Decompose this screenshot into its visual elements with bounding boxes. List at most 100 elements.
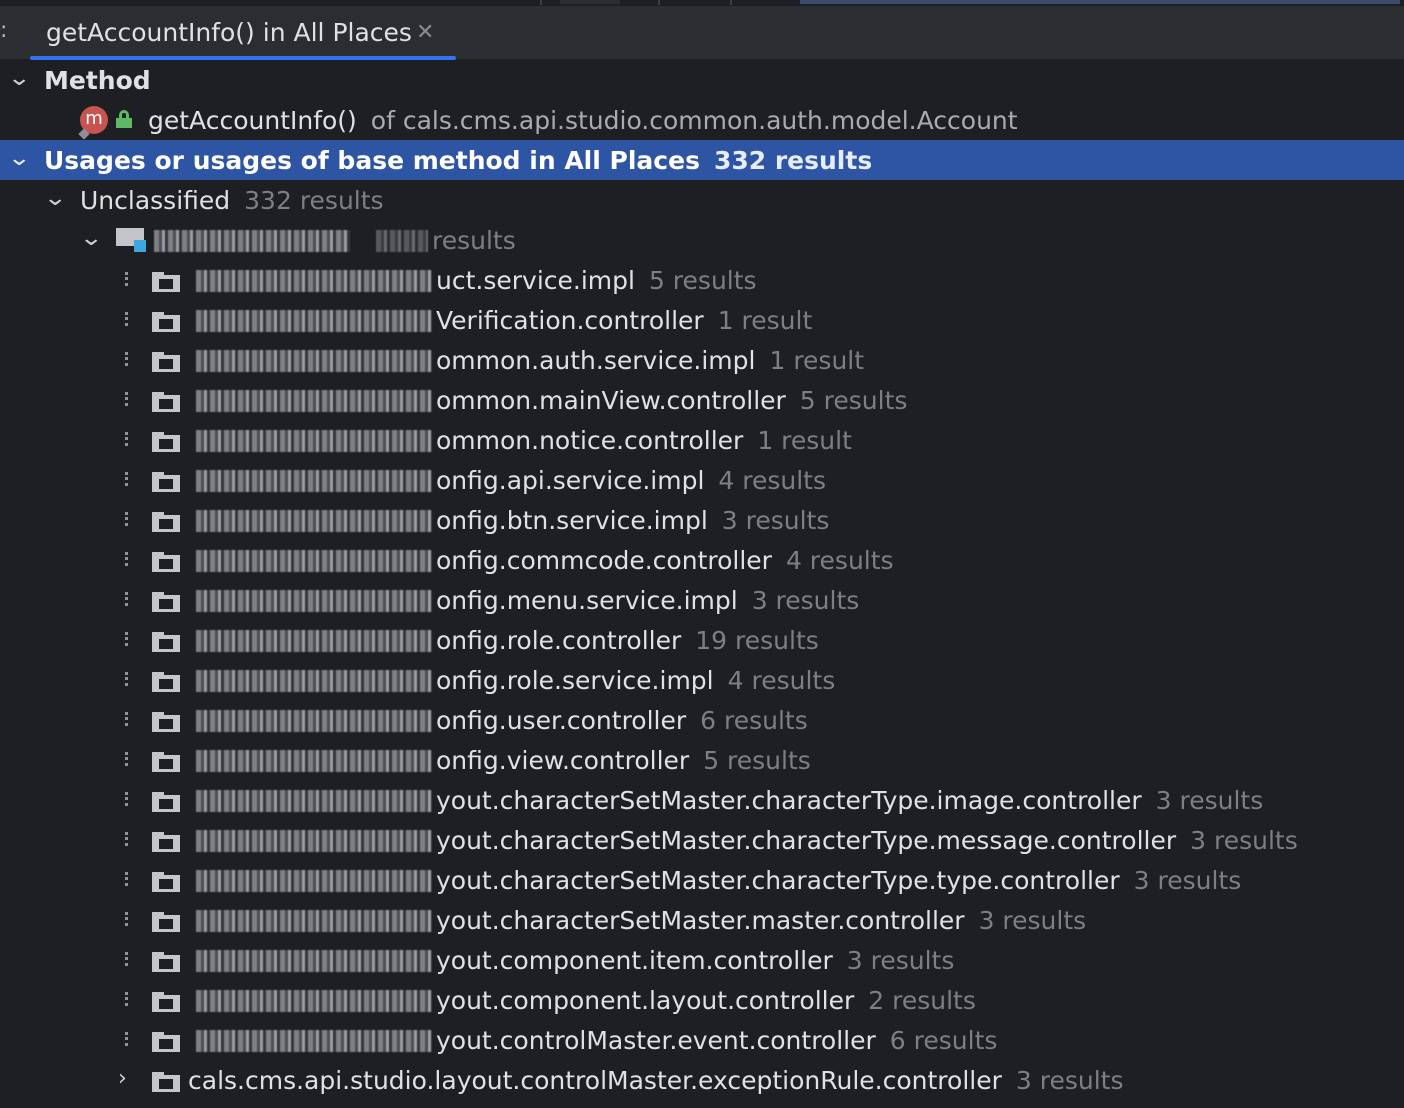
method-group-label: Method xyxy=(44,66,151,95)
tree-node-package[interactable]: ommon.auth.service.impl 1 result xyxy=(0,340,1404,380)
package-name: ommon.auth.service.impl xyxy=(436,346,756,375)
chevron-down-icon[interactable]: ⌄ xyxy=(7,66,31,91)
package-label: onfig.user.controller 6 results xyxy=(436,706,808,735)
package-count: 6 results xyxy=(889,1026,998,1055)
package-count: 3 results xyxy=(1015,1066,1124,1095)
chevron-down-icon[interactable]: ⌄ xyxy=(7,146,31,171)
redacted-chevron xyxy=(118,792,128,806)
package-name: yout.component.item.controller xyxy=(436,946,833,975)
method-name: getAccountInfo() xyxy=(148,106,357,135)
tree-node-package[interactable]: yout.characterSetMaster.characterType.me… xyxy=(0,820,1404,860)
folder-package-icon xyxy=(152,392,180,412)
redacted-chevron xyxy=(118,512,128,526)
usages-count: 332 results xyxy=(713,146,873,175)
redacted-module-count xyxy=(376,230,428,252)
tree-node-package[interactable]: ommon.notice.controller 1 result xyxy=(0,420,1404,460)
tree-node-package[interactable]: yout.characterSetMaster.characterType.im… xyxy=(0,780,1404,820)
package-count: 1 result xyxy=(769,346,865,375)
tree-node-package[interactable]: ommon.mainView.controller 5 results xyxy=(0,380,1404,420)
redacted-chevron xyxy=(118,392,128,406)
redacted-package-prefix xyxy=(196,910,432,932)
package-label: yout.characterSetMaster.characterType.im… xyxy=(436,786,1263,815)
redacted-chevron xyxy=(118,472,128,486)
method-owner: of cals.cms.api.studio.common.auth.model… xyxy=(370,106,1018,135)
package-count: 5 results xyxy=(799,386,908,415)
tree-node-package[interactable]: onfig.btn.service.impl 3 results xyxy=(0,500,1404,540)
package-count: 6 results xyxy=(700,706,808,735)
package-label: yout.component.item.controller 3 results xyxy=(436,946,954,975)
folder-package-icon xyxy=(152,992,180,1012)
redacted-chevron xyxy=(118,632,128,646)
package-label: onfig.menu.service.impl 3 results xyxy=(436,586,859,615)
package-name: yout.characterSetMaster.characterType.ty… xyxy=(436,866,1120,895)
package-name: uct.service.impl xyxy=(436,266,635,295)
redacted-package-prefix xyxy=(196,990,432,1012)
redacted-chevron xyxy=(118,952,128,966)
tree-node-package-last[interactable]: › cals.cms.api.studio.layout.controlMast… xyxy=(0,1060,1404,1100)
package-label: onfig.role.service.impl 4 results xyxy=(436,666,835,695)
chevron-down-icon[interactable]: ⌄ xyxy=(43,186,67,211)
redacted-chevron xyxy=(118,832,128,846)
redacted-package-prefix xyxy=(196,270,432,292)
package-count: 5 results xyxy=(703,746,811,775)
package-label: yout.characterSetMaster.characterType.ty… xyxy=(436,866,1241,895)
package-name: onfig.btn.service.impl xyxy=(436,506,708,535)
tree-node-package[interactable]: onfig.role.service.impl 4 results xyxy=(0,660,1404,700)
tree-node-package[interactable]: onfig.menu.service.impl 3 results xyxy=(0,580,1404,620)
folder-package-icon xyxy=(152,712,180,732)
chevron-down-icon[interactable]: ⌄ xyxy=(79,226,103,251)
redacted-chevron xyxy=(118,872,128,886)
folder-package-icon xyxy=(152,792,180,812)
tree-node-method-group[interactable]: ⌄ Method xyxy=(0,60,1404,100)
tree-node-usages-group[interactable]: ⌄ Usages or usages of base method in All… xyxy=(0,140,1404,180)
folder-package-icon xyxy=(152,952,180,972)
redacted-package-prefix xyxy=(196,630,432,652)
tree-node-package[interactable]: onfig.commcode.controller 4 results xyxy=(0,540,1404,580)
folder-package-icon xyxy=(152,432,180,452)
package-label: onfig.view.controller 5 results xyxy=(436,746,811,775)
package-count: 1 result xyxy=(717,306,813,335)
redacted-package-prefix xyxy=(196,550,432,572)
folder-package-icon xyxy=(152,1032,180,1052)
package-name: onfig.role.controller xyxy=(436,626,682,655)
package-name: Verification.controller xyxy=(436,306,704,335)
tree-node-package[interactable]: yout.component.layout.controller 2 result… xyxy=(0,980,1404,1020)
package-count: 3 results xyxy=(751,586,860,615)
package-label: Verification.controller 1 result xyxy=(436,306,812,335)
tree-node-package[interactable]: uct.service.impl 5 results xyxy=(0,260,1404,300)
package-label: yout.component.layout.controller 2 result… xyxy=(436,986,976,1015)
folder-package-icon xyxy=(152,592,180,612)
tree-node-package[interactable]: onfig.user.controller 6 results xyxy=(0,700,1404,740)
redacted-chevron xyxy=(118,712,128,726)
package-count: 5 results xyxy=(648,266,757,295)
tree-node-package[interactable]: Verification.controller 1 result xyxy=(0,300,1404,340)
redacted-package-prefix xyxy=(196,390,432,412)
tree-node-package[interactable]: yout.characterSetMaster.master.controlle… xyxy=(0,900,1404,940)
package-name: onfig.user.controller xyxy=(436,706,687,735)
tree-node-method[interactable]: m getAccountInfo() of cals.cms.api.studi… xyxy=(0,100,1404,140)
tree-node-package[interactable]: yout.controlMaster.event.controller 6 res… xyxy=(0,1020,1404,1060)
package-label: onfig.btn.service.impl 3 results xyxy=(436,506,829,535)
tree-node-package[interactable]: yout.characterSetMaster.characterType.ty… xyxy=(0,860,1404,900)
usages-tree[interactable]: ⌄ Method m getAccountInfo() of cals.cms.… xyxy=(0,60,1404,1108)
package-count: 3 results xyxy=(1133,866,1242,895)
tab-find-usages[interactable]: getAccountInfo() in All Places ✕ xyxy=(30,6,456,60)
chevron-right-icon[interactable]: › xyxy=(118,1066,127,1091)
redacted-package-prefix xyxy=(196,590,432,612)
folder-package-icon xyxy=(152,1072,180,1092)
folder-package-icon xyxy=(152,752,180,772)
tree-node-package[interactable]: onfig.api.service.impl 4 results xyxy=(0,460,1404,500)
tree-node-package[interactable]: onfig.role.controller 19 results xyxy=(0,620,1404,660)
close-icon[interactable]: ✕ xyxy=(416,20,434,45)
redacted-package-prefix xyxy=(196,870,432,892)
redacted-chevron xyxy=(118,992,128,1006)
tree-node-package[interactable]: onfig.view.controller 5 results xyxy=(0,740,1404,780)
tree-node-unclassified[interactable]: ⌄ Unclassified 332 results xyxy=(0,180,1404,220)
package-name: yout.controlMaster.event.controller xyxy=(436,1026,876,1055)
package-name: ommon.notice.controller xyxy=(436,426,744,455)
tree-node-package[interactable]: yout.component.item.controller 3 results xyxy=(0,940,1404,980)
tree-node-module[interactable]: ⌄ results xyxy=(0,220,1404,260)
redacted-chevron xyxy=(118,592,128,606)
package-label: cals.cms.api.studio.layout.controlMaster… xyxy=(188,1066,1124,1095)
method-item-label: getAccountInfo() of cals.cms.api.studio.… xyxy=(148,106,1018,135)
